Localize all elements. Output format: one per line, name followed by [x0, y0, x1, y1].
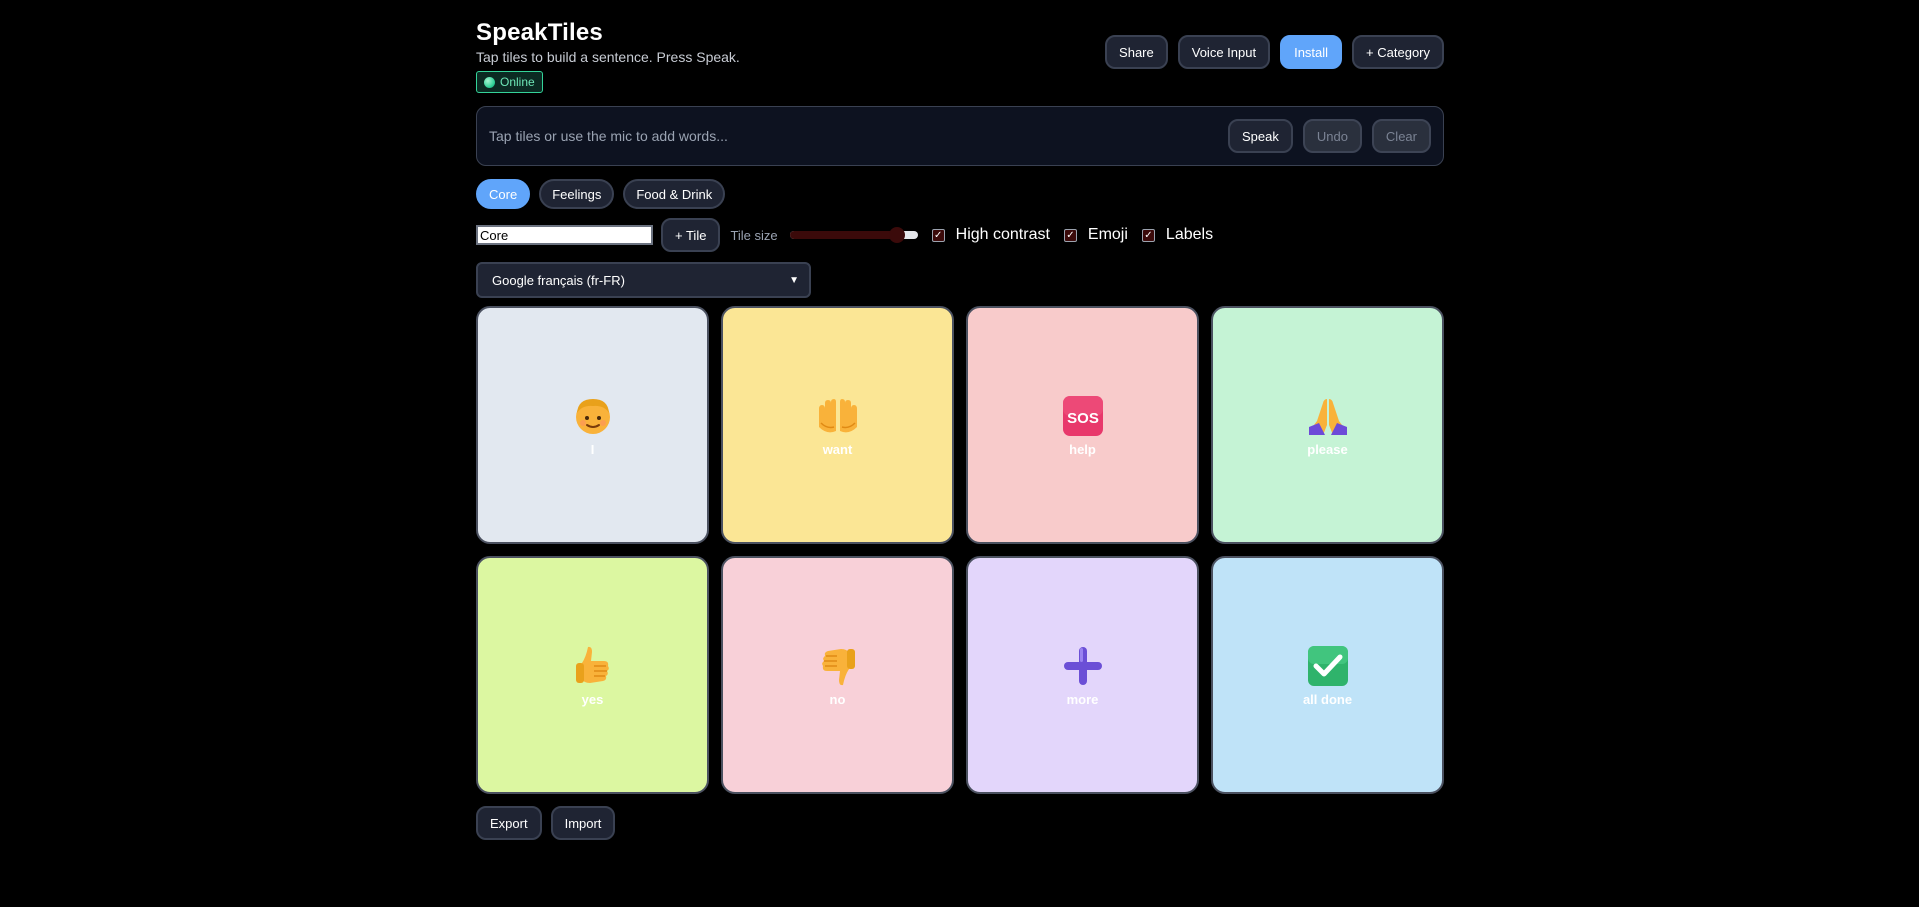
add-category-button[interactable]: + Category: [1352, 35, 1444, 69]
tab-core[interactable]: Core: [476, 179, 531, 209]
tile-size-slider[interactable]: [789, 227, 918, 243]
tab-food-drink[interactable]: Food & Drink: [623, 179, 726, 209]
tile-all-done[interactable]: all done: [1211, 556, 1444, 794]
import-button[interactable]: Import: [550, 806, 616, 840]
tab-feelings[interactable]: Feelings: [539, 179, 615, 209]
app-subtitle: Tap tiles to build a sentence. Press Spe…: [476, 49, 740, 65]
svg-text:SOS: SOS: [1067, 410, 1099, 427]
person-icon: [575, 398, 610, 434]
tile-size-label: Tile size: [730, 227, 778, 243]
high-contrast-label: High contrast: [955, 226, 1050, 243]
tile-more[interactable]: more: [966, 556, 1199, 794]
sentence-display[interactable]: Tap tiles or use the mic to add words...: [489, 128, 1228, 144]
emoji-label: Emoji: [1087, 226, 1128, 243]
tile-label: all done: [1302, 691, 1353, 707]
online-dot-icon: [484, 76, 495, 88]
palms-up-icon: [818, 398, 857, 432]
share-button[interactable]: Share: [1105, 35, 1168, 69]
status-label: Online: [500, 75, 535, 89]
brand: SpeakTiles Tap tiles to build a sentence…: [476, 18, 740, 93]
tile-label: want: [822, 441, 853, 457]
status-badge: Online: [476, 71, 543, 93]
tile-label: more: [1066, 691, 1099, 707]
speak-button[interactable]: Speak: [1227, 119, 1293, 153]
export-button[interactable]: Export: [476, 806, 542, 840]
tile-label: yes: [581, 691, 604, 707]
tile-label: help: [1069, 441, 1096, 457]
app-title: SpeakTiles: [476, 19, 603, 46]
tile-grid: I want SOS help please yes no more all d…: [476, 306, 1444, 794]
folded-hands-icon: [1308, 398, 1347, 435]
labels-toggle[interactable]: ✓ Labels: [1141, 226, 1214, 244]
footer-actions: Export Import: [476, 806, 1444, 840]
sentence-actions: Speak Undo Clear: [1227, 119, 1431, 153]
add-tile-button[interactable]: + Tile: [661, 218, 721, 252]
tile-help[interactable]: SOS help: [966, 306, 1199, 544]
chevron-down-icon: ▼: [789, 274, 799, 286]
tile-size-slider-fill: [789, 231, 898, 239]
sentence-bar: Tap tiles or use the mic to add words...…: [476, 106, 1444, 166]
high-contrast-toggle[interactable]: ✓ High contrast: [931, 226, 1050, 244]
controls-row: + Tile Tile size ✓ High contrast ✓ Emoji…: [476, 218, 1444, 252]
labels-checkbox[interactable]: ✓: [1141, 228, 1155, 242]
category-tabs: Core Feelings Food & Drink: [476, 179, 1444, 209]
tile-want[interactable]: want: [721, 306, 954, 544]
tile-i[interactable]: I: [476, 306, 709, 544]
category-name-input[interactable]: [476, 225, 653, 245]
header-actions: Share Voice Input Install + Category: [1105, 35, 1444, 69]
tile-size-slider-thumb[interactable]: [889, 227, 906, 243]
plus-icon: [1063, 646, 1102, 685]
voice-select-value: Google français (fr-FR): [492, 272, 625, 288]
sos-icon: SOS: [1062, 395, 1103, 436]
tile-please[interactable]: please: [1211, 306, 1444, 544]
thumbs-down-icon: [821, 648, 855, 685]
tile-label: no: [829, 691, 846, 707]
tile-label: I: [590, 441, 595, 457]
tile-yes[interactable]: yes: [476, 556, 709, 794]
clear-button[interactable]: Clear: [1371, 119, 1431, 153]
tile-no[interactable]: no: [721, 556, 954, 794]
install-button[interactable]: Install: [1280, 35, 1343, 69]
tile-label: please: [1307, 441, 1348, 457]
emoji-checkbox[interactable]: ✓: [1063, 228, 1077, 242]
voice-input-button[interactable]: Voice Input: [1177, 35, 1271, 69]
app-container: SpeakTiles Tap tiles to build a sentence…: [476, 18, 1444, 840]
check-mark-icon: [1307, 645, 1348, 686]
thumbs-up-icon: [575, 646, 609, 683]
undo-button[interactable]: Undo: [1302, 119, 1362, 153]
labels-label: Labels: [1165, 226, 1214, 243]
high-contrast-checkbox[interactable]: ✓: [931, 228, 945, 242]
header: SpeakTiles Tap tiles to build a sentence…: [476, 18, 1444, 93]
voice-select[interactable]: Google français (fr-FR) ▼: [476, 262, 811, 298]
emoji-toggle[interactable]: ✓ Emoji: [1063, 226, 1128, 244]
